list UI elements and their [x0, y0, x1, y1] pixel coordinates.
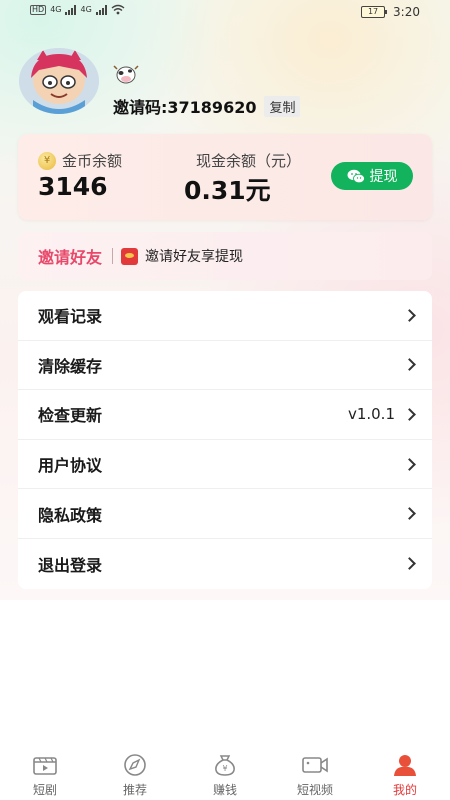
divider	[112, 248, 114, 264]
tab-label: 短视频	[296, 783, 333, 797]
coin-balance-label: ¥ 金币余额	[38, 150, 122, 171]
menu-item-user-agreement[interactable]: 用户协议	[18, 440, 432, 490]
status-time: 3:20	[393, 5, 420, 19]
version-value: v1.0.1	[347, 405, 395, 424]
tab-short-drama[interactable]: 短剧	[0, 748, 90, 800]
menu-item-watch-history[interactable]: 观看记录	[18, 291, 432, 341]
tab-earn[interactable]: ¥ 赚钱	[180, 748, 270, 800]
balance-card: ¥ 金币余额 3146 现金余额（元） 0.31元 提现	[18, 134, 432, 220]
invite-banner[interactable]: 邀请好友 邀请好友享提现	[18, 232, 432, 280]
copy-button[interactable]: 复制	[264, 95, 301, 117]
tab-label: 赚钱	[212, 783, 237, 797]
signal-icon	[65, 4, 77, 15]
menu-item-label: 检查更新	[38, 406, 103, 426]
menu-item-clear-cache[interactable]: 清除缓存	[18, 341, 432, 391]
cow-badge-icon	[113, 62, 139, 86]
menu-item-logout[interactable]: 退出登录	[18, 539, 432, 589]
menu-item-label: 观看记录	[38, 307, 103, 327]
signal-icon-2	[95, 4, 107, 15]
tab-recommend[interactable]: 推荐	[90, 748, 180, 800]
invite-title: 邀请好友	[38, 248, 103, 267]
chevron-right-icon	[403, 308, 416, 322]
tab-label: 推荐	[122, 783, 147, 797]
cash-balance-value: 0.31元	[184, 176, 271, 205]
menu-item-check-update[interactable]: 检查更新 v1.0.1	[18, 390, 432, 440]
user-icon	[392, 754, 418, 776]
avatar[interactable]	[19, 48, 99, 114]
tab-label: 短剧	[32, 783, 57, 797]
settings-menu: 观看记录 清除缓存 检查更新 v1.0.1 用户协议 隐私政策 退出登录	[18, 291, 432, 589]
wechat-icon	[347, 169, 365, 183]
compass-icon	[122, 754, 148, 776]
status-right: 17 3:20	[361, 5, 420, 19]
hd-icon: HD	[30, 4, 47, 15]
invite-code-row: 邀请码:37189620 复制	[113, 94, 301, 118]
chevron-right-icon	[403, 557, 416, 571]
wifi-icon	[111, 4, 125, 15]
network-type: 4G	[50, 5, 62, 14]
coin-icon: ¥	[38, 151, 56, 170]
tab-short-video[interactable]: 短视频	[270, 748, 360, 800]
money-bag-icon: ¥	[212, 754, 238, 776]
bottom-tab-bar: 短剧 推荐 ¥ 赚钱 短视频 我的	[0, 748, 450, 800]
withdraw-label: 提现	[369, 169, 398, 185]
menu-item-privacy-policy[interactable]: 隐私政策	[18, 489, 432, 539]
battery-icon: 17	[361, 6, 388, 18]
chevron-right-icon	[403, 457, 416, 471]
coin-label-text: 金币余额	[62, 152, 123, 170]
tab-label: 我的	[392, 783, 417, 797]
avatar-image	[19, 48, 99, 114]
svg-text:¥: ¥	[222, 764, 227, 773]
play-screen-icon	[32, 754, 58, 776]
invite-code-text: 邀请码:37189620	[113, 98, 257, 117]
menu-item-label: 用户协议	[38, 456, 103, 476]
chevron-right-icon	[403, 408, 416, 421]
signal-group: HD 4G 4G	[30, 4, 125, 15]
withdraw-button[interactable]: 提现	[331, 162, 413, 190]
network-type-2: 4G	[80, 5, 92, 14]
invite-subtitle: 邀请好友享提现	[145, 249, 244, 265]
tab-mine[interactable]: 我的	[360, 748, 450, 800]
status-bar: HD 4G 4G 17 3:20	[0, 0, 450, 26]
cash-balance-label: 现金余额（元）	[196, 152, 302, 170]
chevron-right-icon	[403, 358, 416, 372]
chevron-right-icon	[403, 507, 416, 521]
red-envelope-icon	[121, 247, 139, 265]
menu-item-label: 清除缓存	[38, 356, 103, 376]
menu-item-label: 隐私政策	[38, 505, 103, 525]
menu-item-label: 退出登录	[38, 555, 103, 575]
coin-balance-value: 3146	[38, 172, 108, 201]
video-camera-icon	[302, 754, 328, 776]
